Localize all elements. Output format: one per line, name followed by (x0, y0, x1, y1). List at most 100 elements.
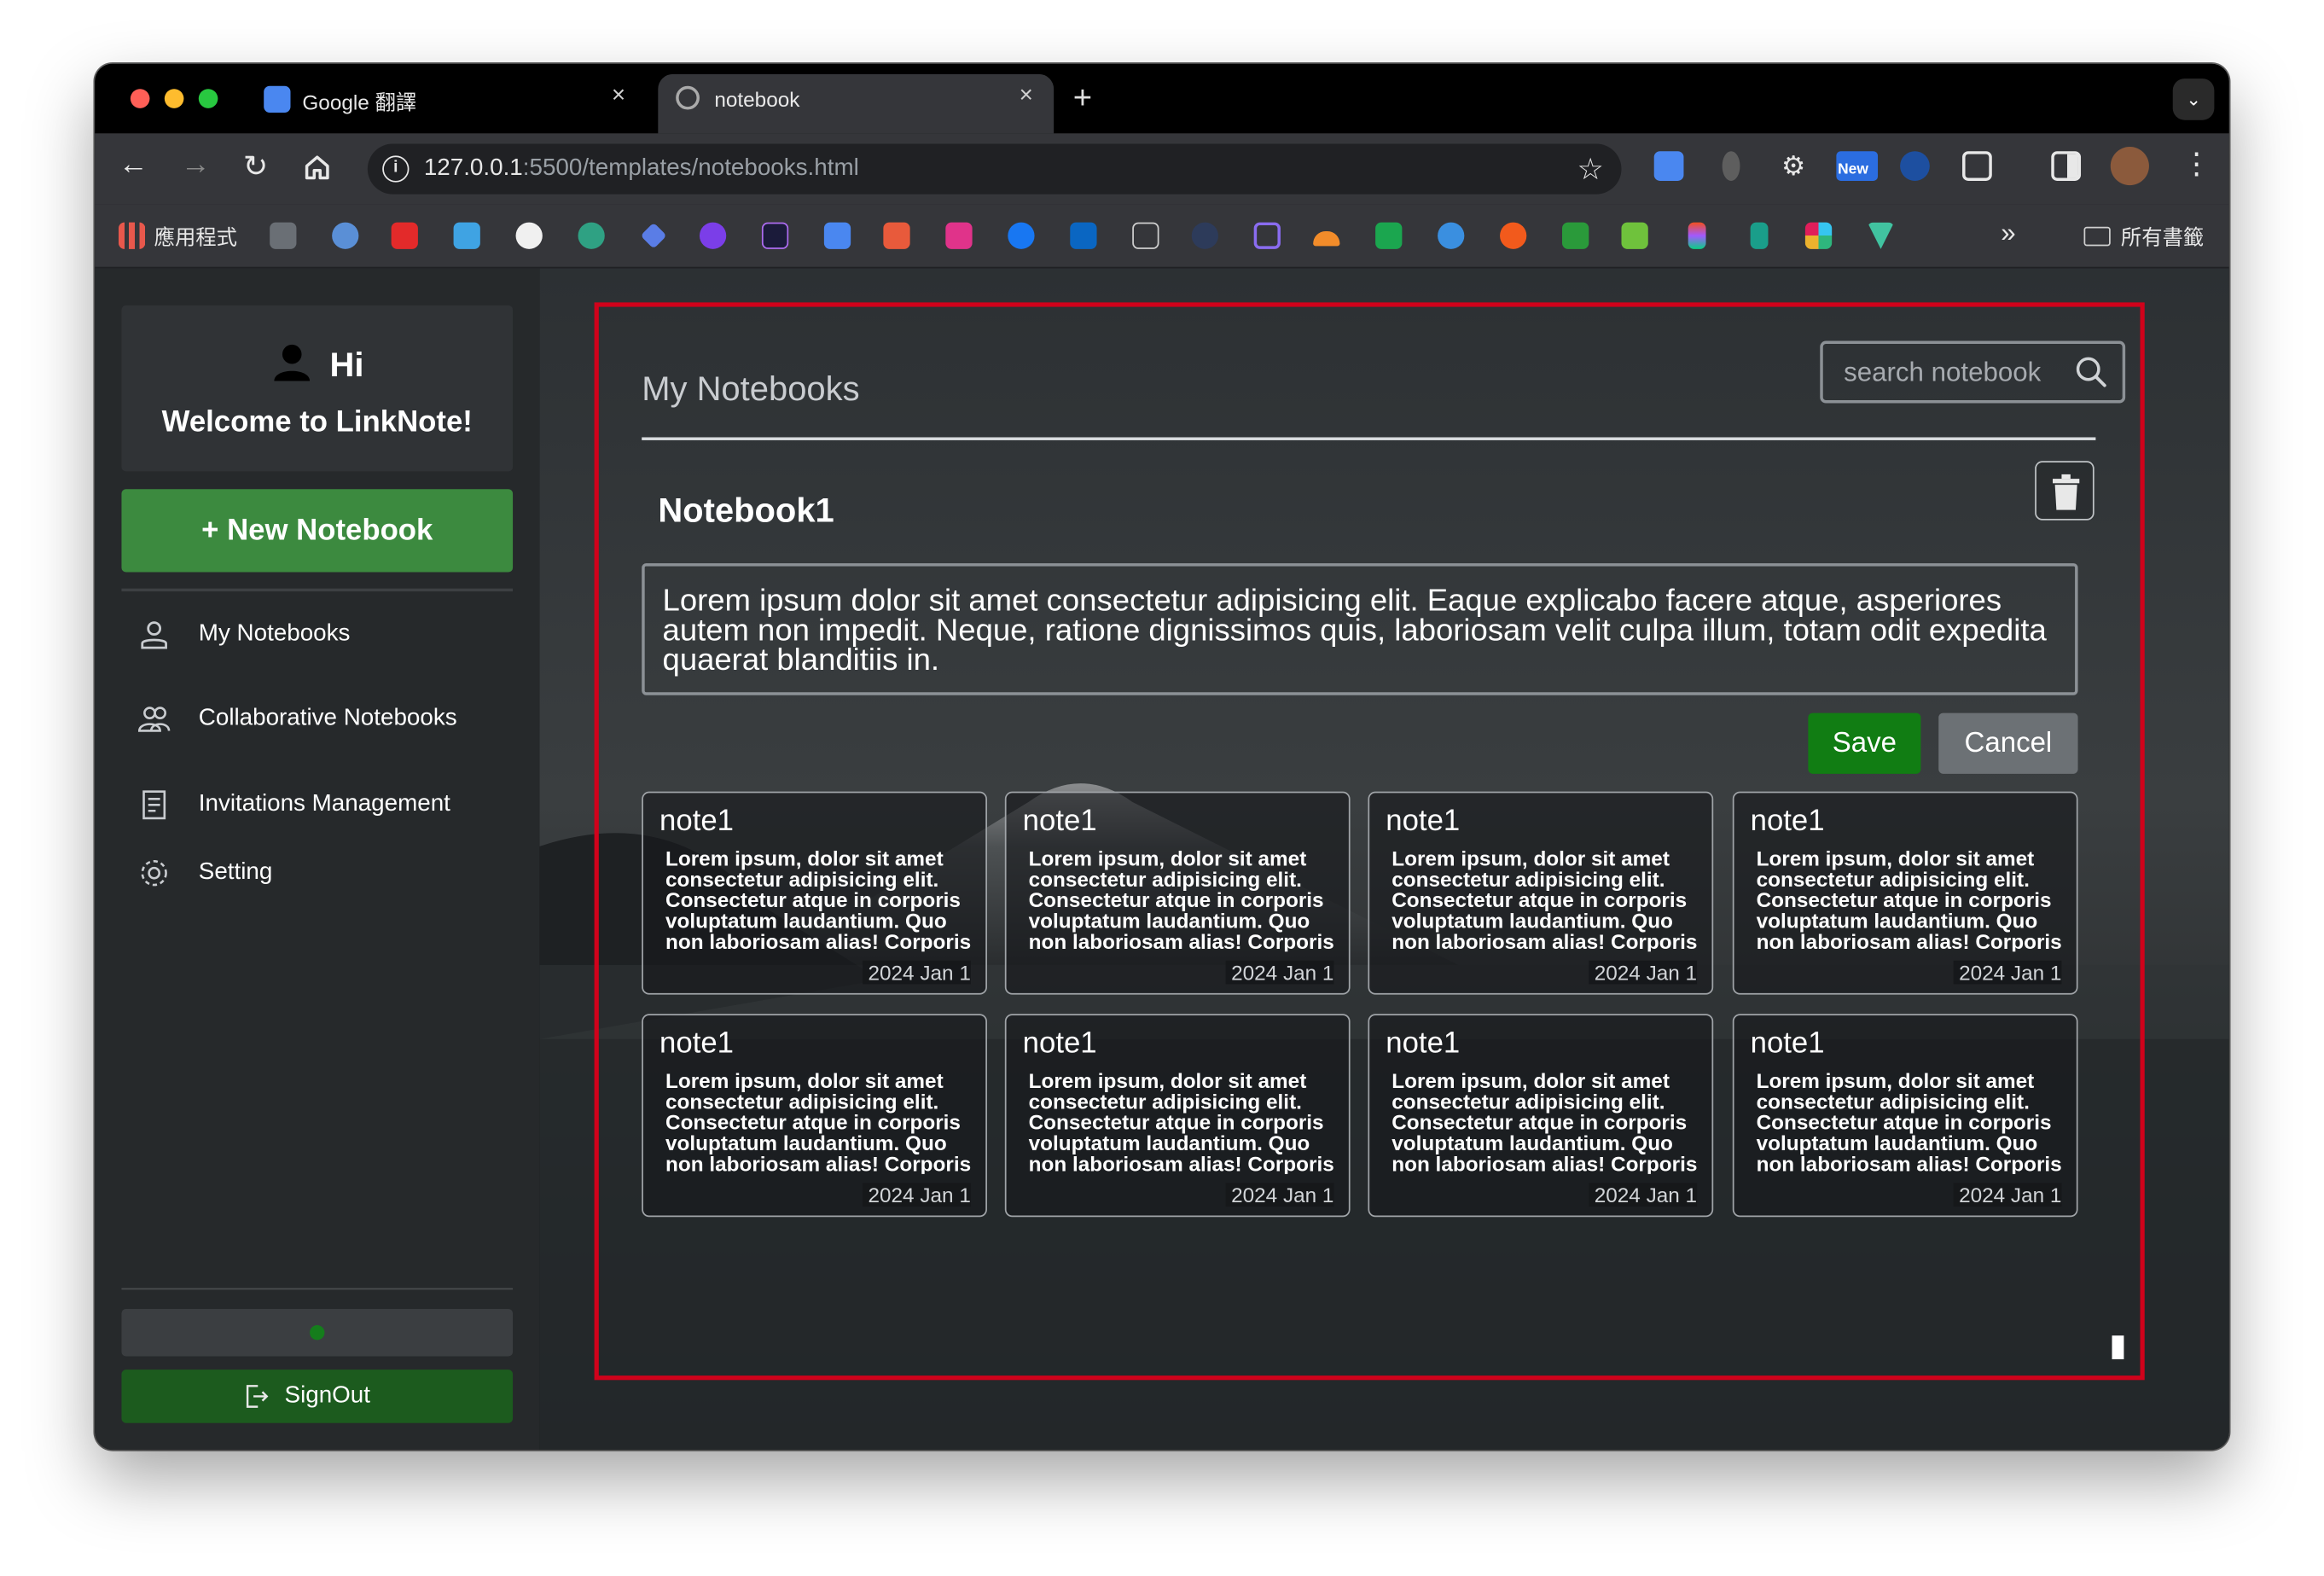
note-date: 2024 Jan 1 (862, 1183, 971, 1207)
apps-grid-icon[interactable] (118, 222, 146, 249)
divider (121, 588, 514, 592)
check-extension-icon[interactable] (1900, 151, 1930, 181)
bookmark-icon[interactable] (1191, 222, 1218, 249)
note-body: Lorem ipsum, dolor sit amet consectetur … (1391, 1070, 1698, 1174)
youtube-icon[interactable] (391, 222, 418, 249)
tab-bar: Google 翻譯 × notebook × + ⌄ (95, 63, 2229, 134)
page-title: My Notebooks (642, 369, 860, 408)
save-button[interactable]: Save (1808, 712, 1921, 774)
extension-icon[interactable] (1722, 151, 1740, 181)
bookmark-icon[interactable] (1621, 222, 1648, 249)
document-icon[interactable] (1132, 222, 1159, 249)
avatar[interactable] (2110, 146, 2149, 186)
notebook-title[interactable]: Notebook1 (658, 491, 834, 531)
url-text[interactable]: 127.0.0.1:5500/templates/notebooks.html (424, 155, 859, 182)
tab-google-translate[interactable]: Google 翻譯 × (246, 74, 646, 133)
note-card[interactable]: note1 Lorem ipsum, dolor sit amet consect… (1368, 791, 1714, 995)
translate-extension-icon[interactable] (1653, 151, 1684, 181)
github-icon[interactable] (515, 222, 543, 249)
cube-icon[interactable] (1253, 222, 1281, 249)
note-date: 2024 Jan 1 (1225, 1183, 1334, 1207)
address-bar[interactable]: i 127.0.0.1:5500/templates/notebooks.htm… (367, 143, 1622, 195)
bookmarks-bar: 應用程式 » 所有書籤 (95, 204, 2229, 269)
note-card[interactable]: note1 Lorem ipsum, dolor sit amet consect… (1368, 1014, 1714, 1218)
facebook-icon[interactable] (1008, 222, 1035, 249)
forward-arrow-icon[interactable]: → (181, 148, 211, 183)
sidebar-item-label: Collaborative Notebooks (198, 705, 457, 731)
bookmark-icon[interactable] (1750, 222, 1769, 249)
note-body: Lorem ipsum, dolor sit amet consectetur … (1756, 1070, 2062, 1174)
bookmarks-overflow-icon[interactable]: » (2001, 218, 2015, 248)
note-card[interactable]: note1 Lorem ipsum, dolor sit amet consect… (642, 1014, 987, 1218)
note-card[interactable]: note1 Lorem ipsum, dolor sit amet consect… (1004, 1014, 1351, 1218)
bookmark-apps[interactable]: 應用程式 (154, 223, 237, 253)
new-extension-icon[interactable]: New (1836, 151, 1879, 181)
side-panel-icon[interactable] (2051, 151, 2082, 181)
new-badge: New (1838, 161, 1868, 178)
notebook-description-input[interactable]: Lorem ipsum dolor sit amet consectetur a… (642, 563, 2078, 695)
bookmark-icon[interactable] (883, 222, 910, 249)
gemini-icon[interactable] (640, 222, 667, 249)
note-card[interactable]: note1 Lorem ipsum, dolor sit amet consect… (642, 791, 987, 995)
extensions-puzzle-icon[interactable] (1962, 151, 1992, 181)
figma-icon[interactable] (1688, 222, 1706, 249)
note-title: note1 (1750, 805, 1825, 838)
tab-search-button[interactable]: ⌄ (2172, 79, 2215, 120)
chatgpt-icon[interactable] (578, 222, 605, 249)
bookmark-icon[interactable] (332, 222, 359, 249)
bookmark-icon[interactable] (1562, 222, 1589, 249)
all-bookmarks-link[interactable]: 所有書籤 (2121, 223, 2204, 253)
bookmark-icon[interactable] (761, 222, 789, 249)
search-icon[interactable] (2075, 356, 2107, 388)
home-icon[interactable] (302, 153, 332, 183)
minimize-window-button[interactable] (164, 89, 184, 108)
greeting-row: Hi (121, 341, 513, 386)
close-tab-icon[interactable]: × (612, 83, 625, 109)
bookmark-star-icon[interactable]: ☆ (1577, 151, 1603, 188)
note-card[interactable]: note1 Lorem ipsum, dolor sit amet consect… (1732, 791, 2078, 995)
gear-extension-icon[interactable]: ⚙ (1779, 151, 1809, 181)
close-window-button[interactable] (130, 89, 150, 108)
status-indicator (310, 1325, 325, 1340)
linkedin-icon[interactable] (1070, 222, 1097, 249)
signout-button[interactable]: SignOut (121, 1370, 514, 1423)
bookmark-icon[interactable] (1375, 222, 1403, 249)
delete-notebook-button[interactable] (2035, 461, 2095, 520)
close-tab-icon[interactable]: × (1020, 83, 1033, 109)
bookmark-icon[interactable] (270, 222, 297, 249)
folder-icon[interactable] (2083, 226, 2111, 247)
bookmark-icon[interactable] (1438, 222, 1465, 249)
search-input[interactable] (1822, 344, 2072, 401)
note-body: Lorem ipsum, dolor sit amet consectetur … (1756, 847, 2062, 952)
new-tab-button[interactable]: + (1073, 79, 1092, 117)
bookmark-icon[interactable] (699, 222, 727, 249)
instagram-icon[interactable] (945, 222, 973, 249)
menu-kebab-icon[interactable]: ⋮ (2182, 145, 2211, 182)
back-arrow-icon[interactable]: ← (119, 148, 148, 183)
user-icon (273, 344, 310, 381)
cancel-button[interactable]: Cancel (1938, 712, 2078, 774)
slack-icon[interactable] (1804, 222, 1833, 249)
scrollbar-thumb[interactable] (2112, 1335, 2124, 1360)
note-card[interactable]: note1 Lorem ipsum, dolor sit amet consect… (1004, 791, 1351, 995)
page-content: Hi Welcome to LinkNote! + New Notebook M… (95, 268, 2229, 1450)
bilibili-icon[interactable] (453, 222, 480, 249)
site-info-icon[interactable]: i (382, 155, 410, 183)
note-date: 2024 Jan 1 (1953, 1183, 2062, 1207)
note-title: note1 (659, 1026, 735, 1061)
cloud-icon[interactable] (1313, 231, 1340, 247)
reload-icon[interactable]: ↻ (243, 148, 268, 185)
note-card[interactable]: note1 Lorem ipsum, dolor sit amet consect… (1732, 1014, 2078, 1218)
tab-notebook[interactable]: notebook × (658, 73, 1055, 134)
bookmark-icon[interactable] (1500, 222, 1527, 249)
translate-icon[interactable] (823, 222, 851, 249)
welcome-card: Hi Welcome to LinkNote! (121, 305, 514, 472)
divider (121, 1288, 514, 1290)
search-box (1820, 340, 2126, 404)
vue-icon[interactable] (1867, 222, 1895, 249)
maximize-window-button[interactable] (198, 89, 218, 108)
browser-window: Google 翻譯 × notebook × + ⌄ ← → ↻ i 127.0… (95, 63, 2229, 1450)
note-date: 2024 Jan 1 (1588, 1183, 1698, 1207)
sidebar-item-label: My Notebooks (198, 620, 351, 647)
new-notebook-button[interactable]: + New Notebook (121, 489, 514, 573)
